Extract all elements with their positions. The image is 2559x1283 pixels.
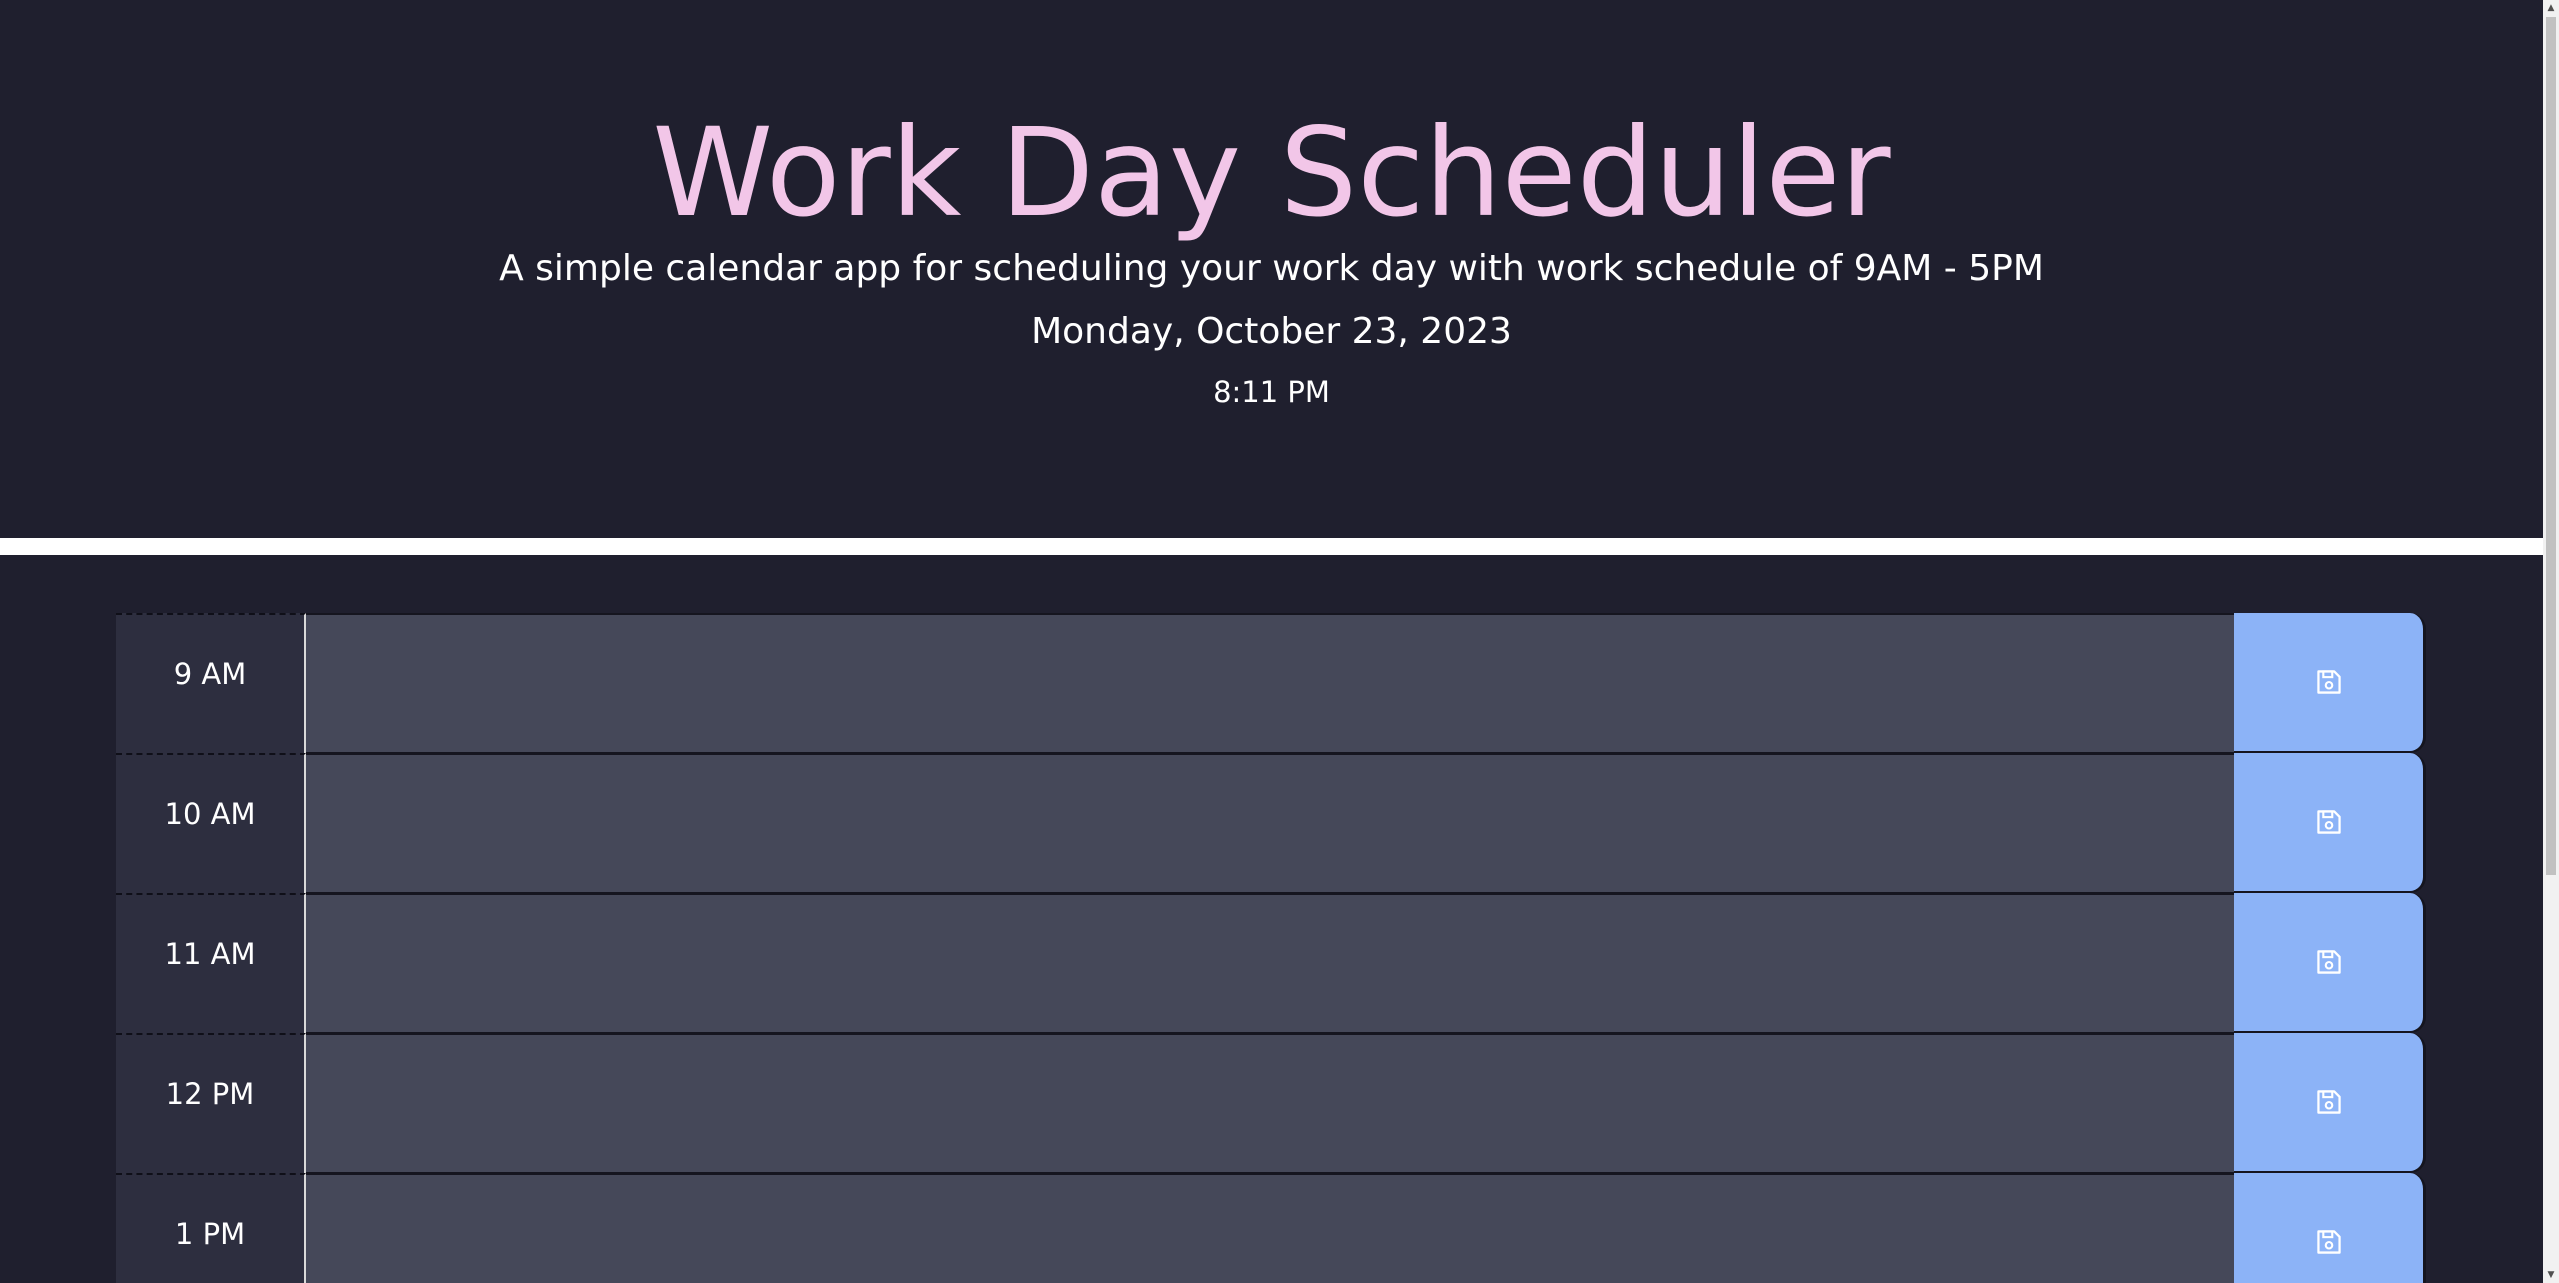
save-icon bbox=[2316, 810, 2341, 834]
save-icon bbox=[2316, 950, 2341, 974]
description-textarea[interactable] bbox=[306, 613, 2234, 753]
save-button[interactable] bbox=[2234, 613, 2426, 753]
description-textarea[interactable] bbox=[306, 753, 2234, 893]
time-block-row: 12 PM bbox=[116, 1033, 2426, 1173]
save-icon bbox=[2316, 670, 2341, 694]
save-icon bbox=[2316, 1090, 2341, 1114]
page-subtitle: A simple calendar app for scheduling you… bbox=[499, 248, 2044, 289]
time-block-row: 9 AM bbox=[116, 613, 2426, 753]
scrollbar-thumb[interactable] bbox=[2546, 17, 2556, 875]
description-textarea[interactable] bbox=[306, 1033, 2234, 1173]
time-block-row: 10 AM bbox=[116, 753, 2426, 893]
scroll-down-arrow-icon[interactable]: ▼ bbox=[2543, 1267, 2559, 1283]
hour-label: 10 AM bbox=[116, 753, 306, 893]
time-block-list: 9 AM 10 AM 11 AM 12 PM 1 PM bbox=[116, 613, 2426, 1283]
hour-label: 9 AM bbox=[116, 613, 306, 753]
save-icon bbox=[2316, 1230, 2341, 1254]
hour-label: 11 AM bbox=[116, 893, 306, 1033]
save-button[interactable] bbox=[2234, 893, 2426, 1033]
description-textarea[interactable] bbox=[306, 1173, 2234, 1283]
hour-label: 1 PM bbox=[116, 1173, 306, 1283]
current-date: Monday, October 23, 2023 bbox=[1031, 311, 1512, 352]
current-time: 8:11 PM bbox=[1213, 375, 1330, 409]
page: Work Day Scheduler A simple calendar app… bbox=[0, 0, 2543, 1283]
time-block-row: 1 PM bbox=[116, 1173, 2426, 1283]
save-button[interactable] bbox=[2234, 1033, 2426, 1173]
time-block-row: 11 AM bbox=[116, 893, 2426, 1033]
description-textarea[interactable] bbox=[306, 893, 2234, 1033]
vertical-scrollbar[interactable]: ▲ ▼ bbox=[2543, 0, 2559, 1283]
header-divider bbox=[0, 538, 2543, 555]
hour-label: 12 PM bbox=[116, 1033, 306, 1173]
save-button[interactable] bbox=[2234, 753, 2426, 893]
header: Work Day Scheduler A simple calendar app… bbox=[0, 0, 2543, 538]
save-button[interactable] bbox=[2234, 1173, 2426, 1283]
page-title: Work Day Scheduler bbox=[652, 102, 1891, 244]
scroll-up-arrow-icon[interactable]: ▲ bbox=[2543, 0, 2559, 16]
